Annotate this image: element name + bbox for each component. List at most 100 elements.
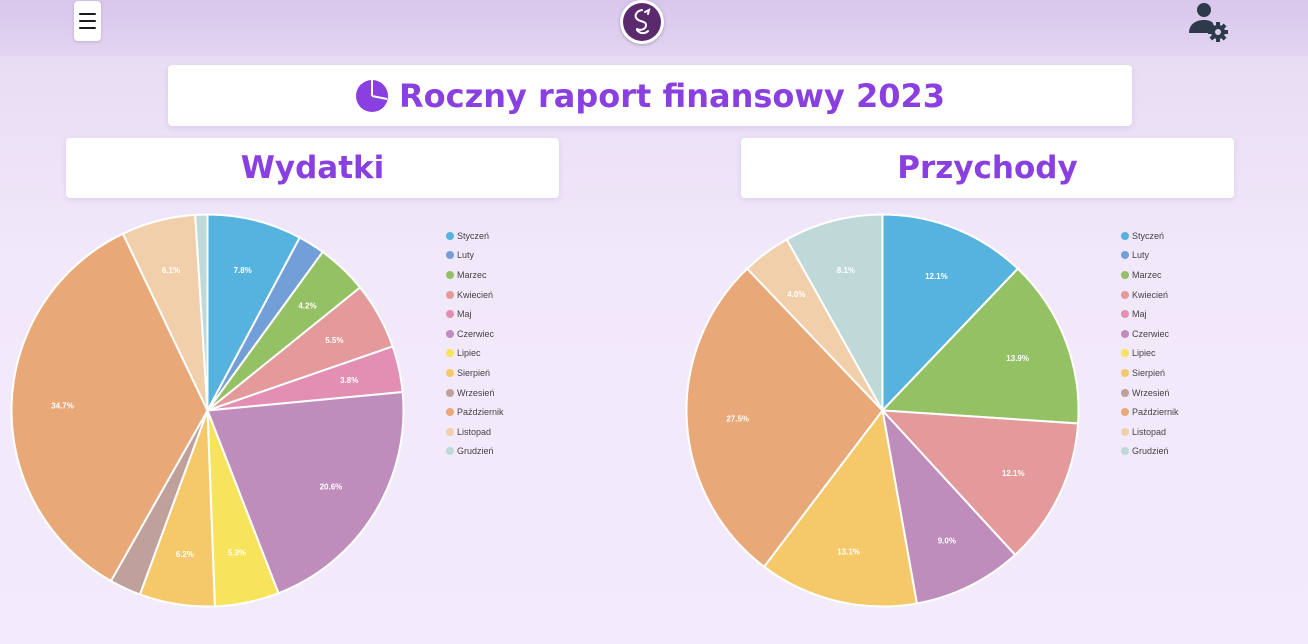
- legend-label: Czerwiec: [457, 328, 495, 339]
- legend-swatch: [446, 251, 454, 260]
- legend-label: Sierpień: [1132, 367, 1166, 378]
- expenses-legend-item[interactable]: Lipiec: [446, 344, 556, 364]
- income-card: Przychody: [741, 138, 1234, 198]
- legend-label: Kwiecień: [457, 289, 494, 300]
- expenses-legend-item[interactable]: Maj: [446, 304, 556, 324]
- page-title: Roczny raport finansowy 2023: [398, 76, 945, 115]
- legend-label: Kwiecień: [1132, 289, 1169, 300]
- legend-swatch: [446, 310, 454, 319]
- legend-swatch: [1121, 349, 1129, 358]
- legend-swatch: [446, 270, 454, 279]
- legend-label: Wrzesień: [1132, 387, 1170, 398]
- expenses-legend-item[interactable]: Październik: [446, 402, 556, 422]
- legend-label: Styczeń: [457, 230, 490, 241]
- income-legend-item[interactable]: Listopad: [1121, 422, 1231, 442]
- expenses-slice-label-7: 5.3%: [228, 549, 246, 558]
- legend-label: Luty: [457, 250, 475, 261]
- expenses-legend-item[interactable]: Czerwiec: [446, 324, 556, 344]
- legend-swatch: [1121, 408, 1129, 417]
- legend-swatch: [446, 388, 454, 397]
- legend-swatch: [446, 427, 454, 436]
- expenses-legend: Styczeń Luty Marzec Kwiecień Maj Czerwiec Lipi…: [446, 226, 556, 461]
- legend-swatch: [446, 290, 454, 299]
- expenses-legend-item[interactable]: Styczeń: [446, 226, 556, 246]
- income-legend-item[interactable]: Sierpień: [1121, 363, 1231, 383]
- user-gear-icon[interactable]: [1184, 0, 1230, 44]
- expenses-legend-item[interactable]: Luty: [446, 246, 556, 266]
- income-slice-label-10: 27.5%: [726, 415, 749, 424]
- legend-swatch: [1121, 368, 1129, 377]
- income-legend-item[interactable]: Luty: [1121, 246, 1231, 266]
- legend-swatch: [1121, 290, 1129, 299]
- legend-label: Październik: [1132, 407, 1179, 418]
- income-legend-item[interactable]: Wrzesień: [1121, 383, 1231, 403]
- legend-swatch: [1121, 388, 1129, 397]
- income-legend-item[interactable]: Październik: [1121, 402, 1231, 422]
- legend-swatch: [446, 329, 454, 338]
- pie-chart-icon: [355, 79, 388, 112]
- expenses-legend-item[interactable]: Grudzień: [446, 442, 556, 462]
- legend-label: Grudzień: [1132, 446, 1169, 457]
- legend-swatch: [1121, 447, 1129, 456]
- legend-swatch: [1121, 427, 1129, 436]
- legend-swatch: [446, 447, 454, 456]
- expenses-legend-item[interactable]: Kwiecień: [446, 285, 556, 305]
- legend-label: Grudzień: [457, 446, 494, 457]
- income-slice-label-6: 9.0%: [938, 536, 956, 545]
- income-legend-item[interactable]: Czerwiec: [1121, 324, 1231, 344]
- legend-swatch: [1121, 329, 1129, 338]
- legend-label: Marzec: [457, 269, 487, 280]
- legend-label: Styczeń: [1132, 230, 1165, 241]
- legend-label: Listopad: [457, 426, 492, 437]
- expenses-slice-label-4: 5.5%: [325, 336, 343, 345]
- legend-label: Sierpień: [457, 367, 491, 378]
- income-slice-label-11: 4.0%: [787, 290, 805, 299]
- expenses-slice-label-8: 6.2%: [176, 550, 194, 559]
- income-slice-label-4: 12.1%: [1002, 469, 1025, 478]
- income-legend-item[interactable]: Maj: [1121, 304, 1231, 324]
- expenses-slice-label-1: 7.8%: [234, 266, 252, 275]
- income-legend-item[interactable]: Grudzień: [1121, 442, 1231, 462]
- expenses-pie-chart: 7.8% 4.2% 5.5% 3.8% 20.6% 5.3% 6.2% 34.7% 6.1%: [10, 213, 405, 608]
- income-legend-item[interactable]: Kwiecień: [1121, 285, 1231, 305]
- expenses-legend-item[interactable]: Marzec: [446, 265, 556, 285]
- expenses-slice-label-6: 20.6%: [320, 483, 343, 492]
- expenses-title: Wydatki: [240, 150, 385, 186]
- legend-swatch: [446, 408, 454, 417]
- legend-swatch: [1121, 310, 1129, 319]
- top-bar: [0, 0, 1308, 56]
- income-pie-chart: 12.1% 13.9% 12.1% 9.0% 13.1% 27.5% 4.0% 8.1%: [685, 213, 1080, 608]
- legend-label: Maj: [457, 309, 472, 320]
- legend-swatch: [1121, 251, 1129, 260]
- legend-label: Marzec: [1132, 269, 1162, 280]
- income-slice-label-1: 12.1%: [925, 272, 948, 281]
- expenses-card: Wydatki: [66, 138, 559, 198]
- dragon-logo-icon[interactable]: [620, 0, 664, 44]
- income-slice-label-12: 8.1%: [837, 266, 855, 275]
- income-slice-label-3: 13.9%: [1006, 354, 1029, 363]
- expenses-legend-item[interactable]: Wrzesień: [446, 383, 556, 403]
- income-legend: Styczeń Luty Marzec Kwiecień Maj Czerwiec Lipi…: [1121, 226, 1231, 461]
- legend-label: Czerwiec: [1132, 328, 1170, 339]
- expenses-slice-label-5: 3.8%: [340, 376, 358, 385]
- income-legend-item[interactable]: Lipiec: [1121, 344, 1231, 364]
- legend-swatch: [1121, 231, 1129, 240]
- hamburger-menu-icon[interactable]: [74, 1, 101, 41]
- income-legend-item[interactable]: Marzec: [1121, 265, 1231, 285]
- legend-label: Maj: [1132, 309, 1147, 320]
- legend-label: Listopad: [1132, 426, 1167, 437]
- expenses-legend-item[interactable]: Listopad: [446, 422, 556, 442]
- legend-label: Październik: [457, 407, 504, 418]
- expenses-legend-item[interactable]: Sierpień: [446, 363, 556, 383]
- expenses-slice-label-10: 34.7%: [51, 401, 74, 410]
- legend-swatch: [446, 349, 454, 358]
- legend-label: Lipiec: [457, 348, 481, 359]
- legend-label: Wrzesień: [457, 387, 495, 398]
- income-title: Przychody: [897, 150, 1078, 186]
- income-legend-item[interactable]: Styczeń: [1121, 226, 1231, 246]
- income-slice-label-8: 13.1%: [837, 548, 860, 557]
- legend-swatch: [446, 231, 454, 240]
- expenses-slice-label-3: 4.2%: [298, 301, 316, 310]
- legend-swatch: [1121, 270, 1129, 279]
- legend-label: Luty: [1132, 250, 1150, 261]
